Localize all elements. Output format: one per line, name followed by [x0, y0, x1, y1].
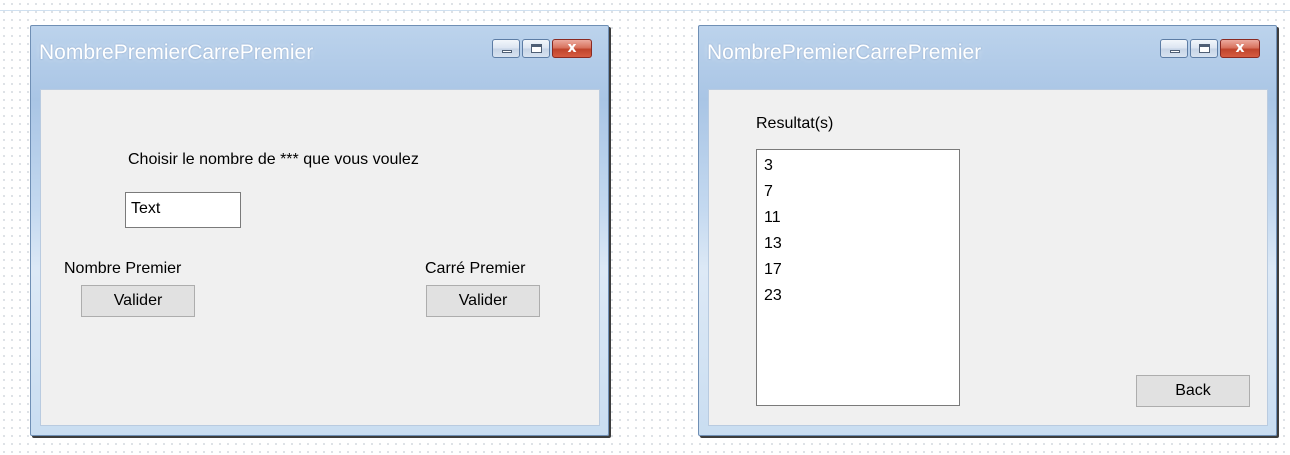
count-input-value: Text	[131, 200, 161, 217]
minimize-icon	[502, 50, 512, 53]
maximize-icon	[1199, 44, 1210, 53]
window-title: NombrePremierCarrePremier	[707, 41, 982, 64]
results-label: Resultat(s)	[756, 115, 834, 132]
list-item[interactable]: 13	[764, 231, 952, 257]
list-item[interactable]: 23	[764, 283, 952, 309]
title-bar[interactable]: NombrePremierCarrePremier x	[699, 26, 1276, 81]
list-item[interactable]: 3	[764, 153, 952, 179]
results-window: NombrePremierCarrePremier x Resultat(s) …	[698, 25, 1277, 436]
count-input[interactable]: Text	[125, 192, 241, 228]
carre-premier-label: Carré Premier	[425, 260, 526, 277]
client-area: Resultat(s) 3 7 11 13 17 23 Back	[708, 89, 1268, 426]
results-listbox[interactable]: 3 7 11 13 17 23	[756, 149, 960, 406]
client-area: Choisir le nombre de *** que vous voulez…	[40, 89, 600, 426]
prompt-label: Choisir le nombre de *** que vous voulez	[128, 151, 419, 168]
top-divider	[0, 10, 1290, 11]
maximize-icon	[531, 44, 542, 53]
title-bar[interactable]: NombrePremierCarrePremier x	[31, 26, 608, 81]
minimize-icon	[1170, 50, 1180, 53]
nombre-premier-label: Nombre Premier	[64, 260, 182, 277]
minimize-button[interactable]	[492, 39, 520, 58]
window-title: NombrePremierCarrePremier	[39, 41, 314, 64]
window-controls: x	[492, 39, 592, 58]
maximize-button[interactable]	[522, 39, 550, 58]
close-icon: x	[1235, 40, 1245, 56]
maximize-button[interactable]	[1190, 39, 1218, 58]
carre-premier-valider-button[interactable]: Valider	[426, 285, 540, 317]
list-item[interactable]: 11	[764, 205, 952, 231]
back-button[interactable]: Back	[1136, 375, 1250, 407]
minimize-button[interactable]	[1160, 39, 1188, 58]
list-item[interactable]: 17	[764, 257, 952, 283]
main-window: NombrePremierCarrePremier x Choisir le n…	[30, 25, 609, 436]
list-item[interactable]: 7	[764, 179, 952, 205]
window-controls: x	[1160, 39, 1260, 58]
close-button[interactable]: x	[552, 39, 592, 58]
close-icon: x	[567, 40, 577, 56]
close-button[interactable]: x	[1220, 39, 1260, 58]
nombre-premier-valider-button[interactable]: Valider	[81, 285, 195, 317]
